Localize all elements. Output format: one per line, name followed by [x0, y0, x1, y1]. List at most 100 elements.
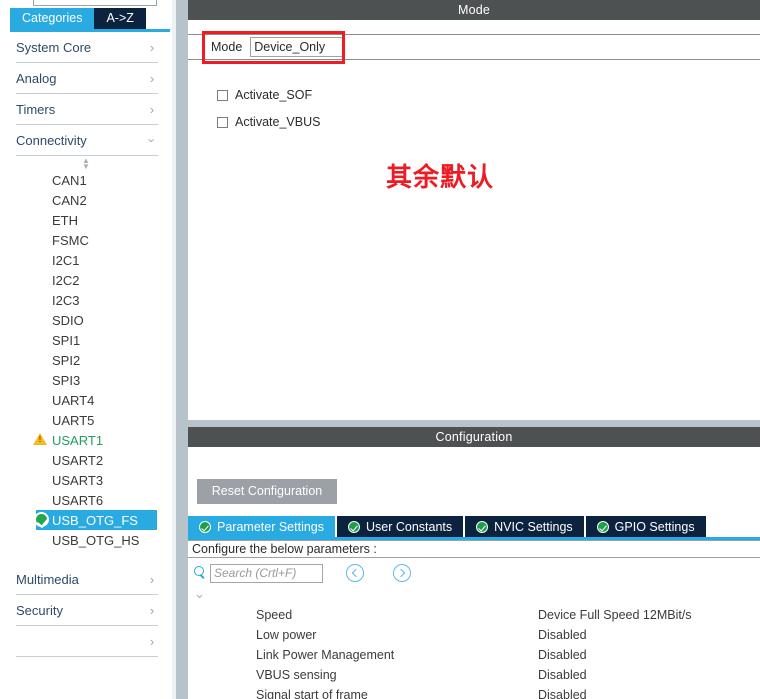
peripheral-item-i2c1[interactable]: I2C1 — [0, 250, 172, 270]
vertical-splitter[interactable] — [172, 0, 188, 699]
checkbox-box-icon — [217, 89, 228, 101]
checkbox-activate-sof[interactable]: Activate_SOF — [217, 88, 312, 102]
peripheral-label: USART1 — [52, 432, 104, 448]
horizontal-splitter[interactable] — [188, 420, 760, 427]
peripheral-label: UART4 — [52, 392, 95, 408]
chevron-right-icon: › — [149, 602, 155, 618]
peripheral-item-usb-otg-hs[interactable]: USB_OTG_HS — [0, 530, 172, 550]
sidebar-category-multimedia[interactable]: Multimedia › — [16, 564, 158, 595]
chevron-right-icon: › — [149, 101, 155, 117]
sidebar-category-system-core[interactable]: System Core › — [16, 32, 158, 63]
peripheral-item-usart3[interactable]: USART3 — [0, 470, 172, 490]
annotation-text: 其余默认 — [386, 163, 495, 193]
peripheral-item-uart5[interactable]: UART5 — [0, 410, 172, 430]
peripheral-item-spi1[interactable]: SPI1 — [0, 330, 172, 350]
reset-configuration-button[interactable]: Reset Configuration — [197, 479, 337, 504]
table-row[interactable]: Low power Disabled — [188, 625, 760, 645]
peripheral-item-uart4[interactable]: UART4 — [0, 390, 172, 410]
mode-selector-row: Mode — [188, 34, 760, 60]
categories-sidebar: Categories A->Z System Core › Analog › T… — [0, 0, 172, 699]
tab-gpio-settings[interactable]: GPIO Settings — [585, 516, 706, 537]
parameter-search-row — [188, 560, 760, 586]
peripheral-item-i2c2[interactable]: I2C2 — [0, 270, 172, 290]
parameter-table: Speed Device Full Speed 12MBit/s Low pow… — [188, 605, 760, 699]
check-circle-icon — [199, 520, 211, 533]
table-row[interactable]: VBUS sensing Disabled — [188, 665, 760, 685]
checkbox-label: Activate_SOF — [235, 88, 313, 102]
chevron-down-icon: › — [144, 137, 160, 143]
checkbox-label: Activate_VBUS — [235, 115, 321, 129]
parameter-name: VBUS sensing — [256, 668, 337, 682]
tab-nvic-settings[interactable]: NVIC Settings — [465, 516, 584, 537]
check-circle-icon — [596, 520, 609, 533]
warning-triangle-icon — [33, 433, 47, 445]
search-icon — [193, 566, 207, 580]
tab-label: NVIC Settings — [494, 519, 573, 534]
peripheral-item-sdio[interactable]: SDIO — [0, 310, 172, 330]
checkbox-activate-vbus[interactable]: Activate_VBUS — [217, 115, 320, 129]
scroll-up-spinner-icon[interactable]: ▲ ▼ — [0, 156, 172, 171]
peripheral-label: CAN2 — [52, 192, 87, 208]
tab-a-to-z[interactable]: A->Z — [94, 8, 146, 29]
chevron-right-icon: › — [149, 571, 155, 587]
chevron-down-icon[interactable]: ⌄ — [194, 587, 205, 600]
configuration-tab-bar: Parameter Settings User Constants NVIC S… — [188, 516, 760, 537]
peripheral-label: I2C1 — [52, 252, 80, 268]
search-next-icon[interactable] — [393, 564, 411, 582]
category-label: Analog — [16, 70, 57, 86]
peripheral-item-can2[interactable]: CAN2 — [0, 190, 172, 210]
peripheral-item-usart2[interactable]: USART2 — [0, 450, 172, 470]
configuration-panel-title: Configuration — [188, 427, 760, 447]
sidebar-category-analog[interactable]: Analog › — [16, 63, 158, 94]
configuration-panel-body: Reset Configuration Parameter Settings U… — [188, 447, 760, 699]
tab-user-constants[interactable]: User Constants — [337, 516, 464, 537]
tab-categories[interactable]: Categories — [10, 8, 95, 29]
mode-panel-title: Mode — [188, 0, 760, 20]
category-label: Connectivity — [16, 132, 87, 148]
configuration-panel: Configuration Reset Configuration Parame… — [188, 427, 760, 699]
mode-panel-body: Mode Activate_SOF Activate_VBUS 其余默认 — [188, 20, 760, 420]
peripheral-item-i2c3[interactable]: I2C3 — [0, 290, 172, 310]
peripheral-item-usb-otg-fs[interactable]: USB_OTG_FS — [34, 510, 157, 530]
mode-panel: Mode Mode Activate_SOF Activate_VBUS 其余默… — [188, 0, 760, 420]
peripheral-label: ETH — [52, 212, 78, 228]
peripheral-item-can1[interactable]: CAN1 — [0, 170, 172, 190]
chevron-right-icon: › — [149, 633, 155, 649]
sidebar-category-timers[interactable]: Timers › — [16, 94, 158, 125]
mode-select-input[interactable] — [250, 37, 346, 57]
peripheral-item-eth[interactable]: ETH — [0, 210, 172, 230]
parameter-name: Low power — [256, 628, 317, 642]
parameter-value: Device Full Speed 12MBit/s — [538, 608, 692, 622]
tab-label: User Constants — [366, 519, 453, 534]
sidebar-search-field-partial[interactable] — [33, 0, 157, 6]
configure-parameters-subheader: Configure the below parameters : — [188, 540, 760, 558]
tab-parameter-settings[interactable]: Parameter Settings — [188, 516, 335, 537]
peripheral-item-spi2[interactable]: SPI2 — [0, 350, 172, 370]
chevron-right-icon: › — [149, 70, 155, 86]
peripheral-item-usart1[interactable]: USART1 — [0, 430, 172, 450]
category-label: Multimedia — [16, 571, 79, 587]
peripheral-list: CAN1 CAN2 ETH FSMC I2C1 I2C2 I2C3 SDIO S… — [0, 170, 172, 550]
peripheral-label: SPI1 — [52, 332, 81, 348]
peripheral-label: SPI3 — [52, 372, 81, 388]
category-label: Security — [16, 602, 63, 618]
category-group-top: System Core › Analog › Timers › Connecti… — [0, 32, 172, 156]
table-row[interactable]: Speed Device Full Speed 12MBit/s — [188, 605, 760, 625]
parameter-name: Signal start of frame — [256, 688, 368, 699]
sidebar-category-partial[interactable]: › — [16, 626, 158, 657]
table-row[interactable]: Signal start of frame Disabled — [188, 685, 760, 699]
peripheral-label: SDIO — [52, 312, 84, 328]
peripheral-label: I2C2 — [52, 272, 80, 288]
sidebar-category-connectivity[interactable]: Connectivity › — [16, 125, 160, 156]
sidebar-category-security[interactable]: Security › — [16, 595, 158, 626]
table-row[interactable]: Link Power Management Disabled — [188, 645, 760, 665]
peripheral-item-fsmc[interactable]: FSMC — [0, 230, 172, 250]
peripheral-label: USART6 — [52, 492, 104, 508]
check-circle-icon — [34, 512, 49, 527]
search-previous-icon[interactable] — [346, 564, 364, 582]
chevron-right-icon: › — [149, 39, 155, 55]
peripheral-item-spi3[interactable]: SPI3 — [0, 370, 172, 390]
parameter-search-input[interactable] — [210, 563, 323, 583]
peripheral-item-usart6[interactable]: USART6 — [0, 490, 172, 510]
peripheral-label: I2C3 — [52, 292, 80, 308]
